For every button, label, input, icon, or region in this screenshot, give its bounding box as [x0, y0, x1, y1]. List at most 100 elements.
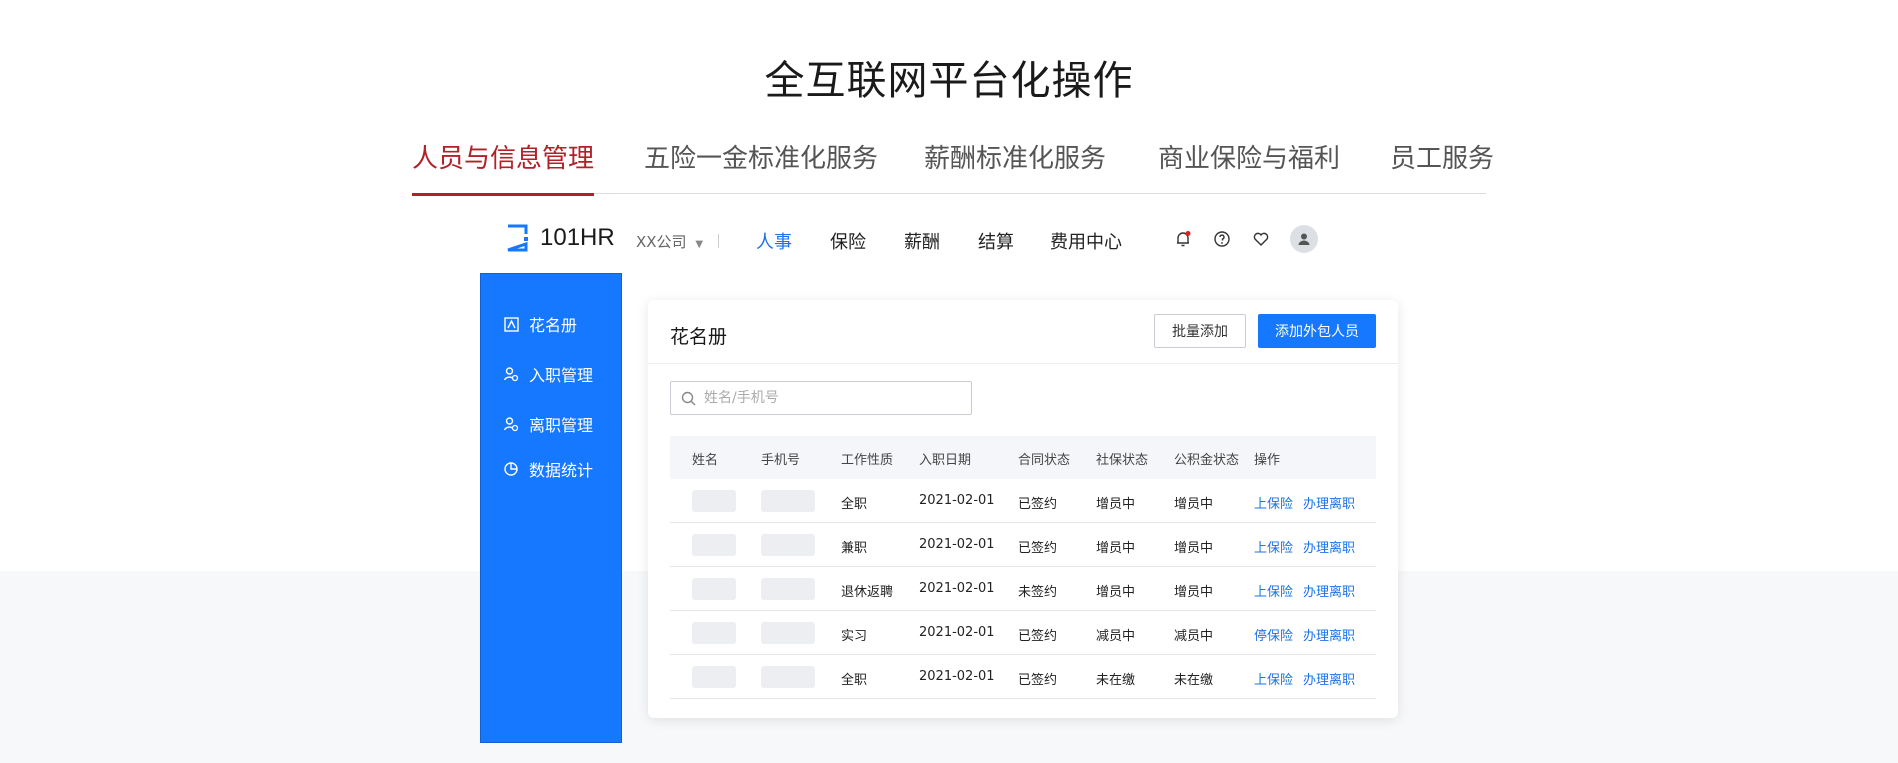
sidebar-item-statistics[interactable]: 数据统计 [503, 457, 593, 481]
offboard-action-link[interactable]: 办理离职 [1303, 669, 1355, 688]
table-row: 实习 2021-02-01 已签约 减员中 减员中 停保险 办理离职 [670, 611, 1376, 655]
card-title: 花名册 [670, 326, 728, 348]
divider [718, 234, 719, 248]
roster-card: 花名册 批量添加 添加外包人员 姓名 手机号 工作性质 入职日期 合同状态 社保… [648, 300, 1398, 718]
column-header: 合同状态 [1018, 453, 1071, 468]
nav-insurance[interactable]: 保险 [830, 228, 866, 254]
contract-status-cell: 已签约 [1018, 497, 1058, 512]
sidebar-item-onboarding[interactable]: 入职管理 [503, 362, 593, 386]
feature-tabs: 人员与信息管理 五险一金标准化服务 薪酬标准化服务 商业保险与福利 员工服务 [412, 138, 1494, 196]
fund-status-cell: 减员中 [1174, 629, 1214, 644]
company-name: XX公司 [636, 233, 687, 251]
contract-status-cell: 已签约 [1018, 541, 1058, 556]
tab-label: 商业保险与福利 [1158, 144, 1341, 174]
heart-icon[interactable] [1250, 228, 1272, 250]
work-type-cell: 兼职 [841, 541, 868, 556]
name-placeholder [692, 578, 736, 600]
insurance-action-link[interactable]: 停保险 [1254, 625, 1293, 644]
table-row: 兼职 2021-02-01 已签约 增员中 增员中 上保险 办理离职 [670, 523, 1376, 567]
social-status-cell: 增员中 [1096, 541, 1136, 556]
user-remove-icon [503, 416, 519, 432]
user-avatar-icon[interactable] [1290, 225, 1318, 253]
tab-label: 员工服务 [1390, 144, 1495, 174]
contract-status-cell: 已签约 [1018, 673, 1058, 688]
sidebar-item-offboarding[interactable]: 离职管理 [503, 412, 593, 436]
offboard-action-link[interactable]: 办理离职 [1303, 625, 1355, 644]
caret-down-icon: ▼ [695, 239, 704, 250]
tab-employee-service[interactable]: 员工服务 [1390, 138, 1494, 194]
company-selector[interactable]: XX公司 ▼ [636, 231, 703, 252]
bell-icon[interactable] [1172, 228, 1194, 250]
nav-expense-center[interactable]: 费用中心 [1050, 228, 1122, 254]
nav-payroll[interactable]: 薪酬 [904, 228, 940, 254]
work-type-cell: 全职 [841, 673, 868, 688]
search-icon [681, 391, 696, 405]
tab-label: 五险一金标准化服务 [644, 144, 879, 174]
sidebar-item-label: 离职管理 [529, 416, 594, 435]
fund-status-cell: 增员中 [1174, 497, 1214, 512]
social-status-cell: 减员中 [1096, 629, 1136, 644]
tab-label: 薪酬标准化服务 [924, 144, 1107, 174]
table-row: 全职 2021-02-01 已签约 增员中 增员中 上保险 办理离职 [670, 479, 1376, 523]
hire-date-cell: 2021-02-01 [919, 669, 995, 684]
search-box [670, 381, 972, 415]
logo[interactable]: 101HR [506, 224, 615, 252]
app-topbar: 101HR XX公司 ▼ 人事 保险 薪酬 结算 费用中心 [480, 222, 1330, 258]
name-placeholder [692, 622, 736, 644]
name-placeholder [692, 534, 736, 556]
fund-status-cell: 未在缴 [1174, 673, 1214, 688]
fund-status-cell: 增员中 [1174, 585, 1214, 600]
insurance-action-link[interactable]: 上保险 [1254, 493, 1293, 512]
tab-label: 人员与信息管理 [412, 144, 595, 174]
offboard-action-link[interactable]: 办理离职 [1303, 581, 1355, 600]
name-placeholder [692, 490, 736, 512]
add-outsource-button[interactable]: 添加外包人员 [1258, 314, 1376, 348]
nav-settlement[interactable]: 结算 [978, 228, 1014, 254]
column-header: 操作 [1254, 453, 1281, 468]
hire-date-cell: 2021-02-01 [919, 625, 995, 640]
phone-placeholder [761, 490, 815, 512]
tab-commercial-insurance[interactable]: 商业保险与福利 [1158, 138, 1340, 194]
card-header: 花名册 批量添加 添加外包人员 [648, 300, 1398, 364]
offboard-action-link[interactable]: 办理离职 [1303, 537, 1355, 556]
table-row: 全职 2021-02-01 已签约 未在缴 未在缴 上保险 办理离职 [670, 655, 1376, 699]
phone-placeholder [761, 578, 815, 600]
active-tab-indicator [412, 193, 595, 196]
offboard-action-link[interactable]: 办理离职 [1303, 493, 1355, 512]
search-input[interactable] [704, 390, 954, 406]
nav-personnel[interactable]: 人事 [756, 228, 792, 254]
hire-date-cell: 2021-02-01 [919, 581, 995, 596]
insurance-action-link[interactable]: 上保险 [1254, 537, 1293, 556]
sidebar-item-label: 花名册 [529, 316, 578, 335]
help-icon[interactable] [1211, 228, 1233, 250]
sidebar-item-label: 数据统计 [529, 461, 594, 480]
batch-add-button[interactable]: 批量添加 [1154, 314, 1246, 348]
name-placeholder [692, 666, 736, 688]
column-header: 入职日期 [919, 453, 972, 468]
roster-table: 姓名 手机号 工作性质 入职日期 合同状态 社保状态 公积金状态 操作 全职 2… [670, 436, 1376, 699]
sidebar-item-roster[interactable]: 花名册 [503, 312, 577, 336]
roster-icon [503, 316, 519, 332]
tab-payroll[interactable]: 薪酬标准化服务 [924, 138, 1106, 194]
tab-personnel-info[interactable]: 人员与信息管理 [412, 138, 595, 196]
phone-placeholder [761, 622, 815, 644]
work-type-cell: 全职 [841, 497, 868, 512]
table-row: 退休返聘 2021-02-01 未签约 增员中 增员中 上保险 办理离职 [670, 567, 1376, 611]
insurance-action-link[interactable]: 上保险 [1254, 581, 1293, 600]
hire-date-cell: 2021-02-01 [919, 493, 995, 508]
logo-icon [507, 224, 528, 252]
sidebar-item-label: 入职管理 [529, 366, 594, 385]
insurance-action-link[interactable]: 上保险 [1254, 669, 1293, 688]
user-add-icon [503, 366, 519, 382]
pie-chart-icon [503, 461, 519, 477]
social-status-cell: 增员中 [1096, 585, 1136, 600]
column-header: 工作性质 [841, 453, 894, 468]
column-header: 姓名 [692, 453, 719, 468]
hire-date-cell: 2021-02-01 [919, 537, 995, 552]
column-header: 手机号 [761, 453, 801, 468]
social-status-cell: 增员中 [1096, 497, 1136, 512]
work-type-cell: 退休返聘 [841, 585, 894, 600]
column-header: 社保状态 [1096, 453, 1149, 468]
tab-social-insurance[interactable]: 五险一金标准化服务 [644, 138, 878, 194]
contract-status-cell: 已签约 [1018, 629, 1058, 644]
